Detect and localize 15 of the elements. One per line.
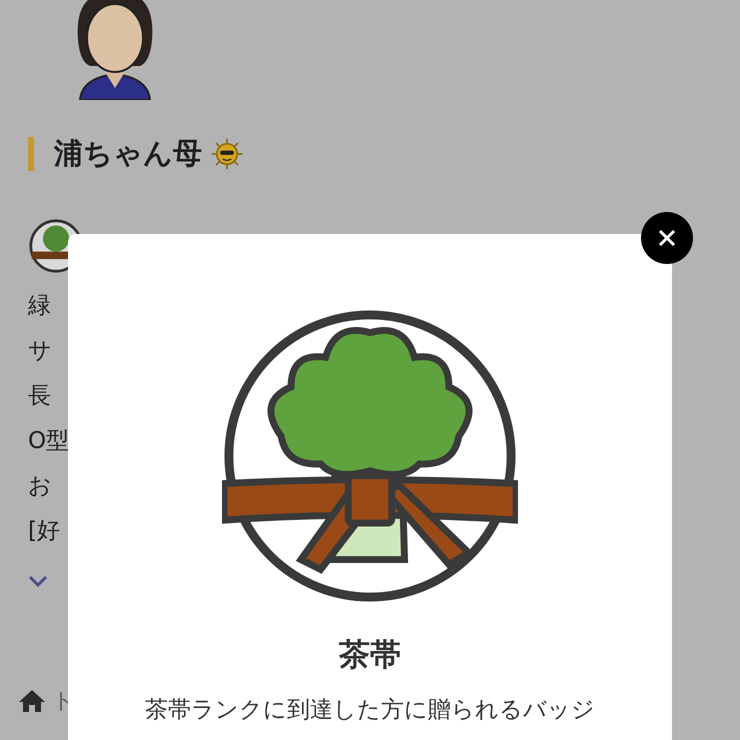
close-icon [657, 228, 677, 248]
profile-name: 浦ちゃん母 [54, 135, 202, 172]
home-icon [18, 689, 46, 713]
chevron-down-icon[interactable] [28, 574, 48, 588]
close-button[interactable] [641, 212, 693, 264]
heading-accent-bar [28, 137, 34, 171]
sun-icon [210, 137, 244, 171]
bio-text: 緑 [28, 292, 52, 321]
bio-text: 長 [28, 382, 52, 411]
badge-description: 茶帯ランクに到達した方に贈られるバッジ [145, 696, 595, 725]
bio-text: お [28, 472, 53, 501]
badge-title: 茶帯 [339, 636, 401, 675]
bio-text: [好 [28, 517, 61, 546]
bio-text: O型 [28, 427, 70, 456]
bio-text: サ [28, 337, 53, 366]
